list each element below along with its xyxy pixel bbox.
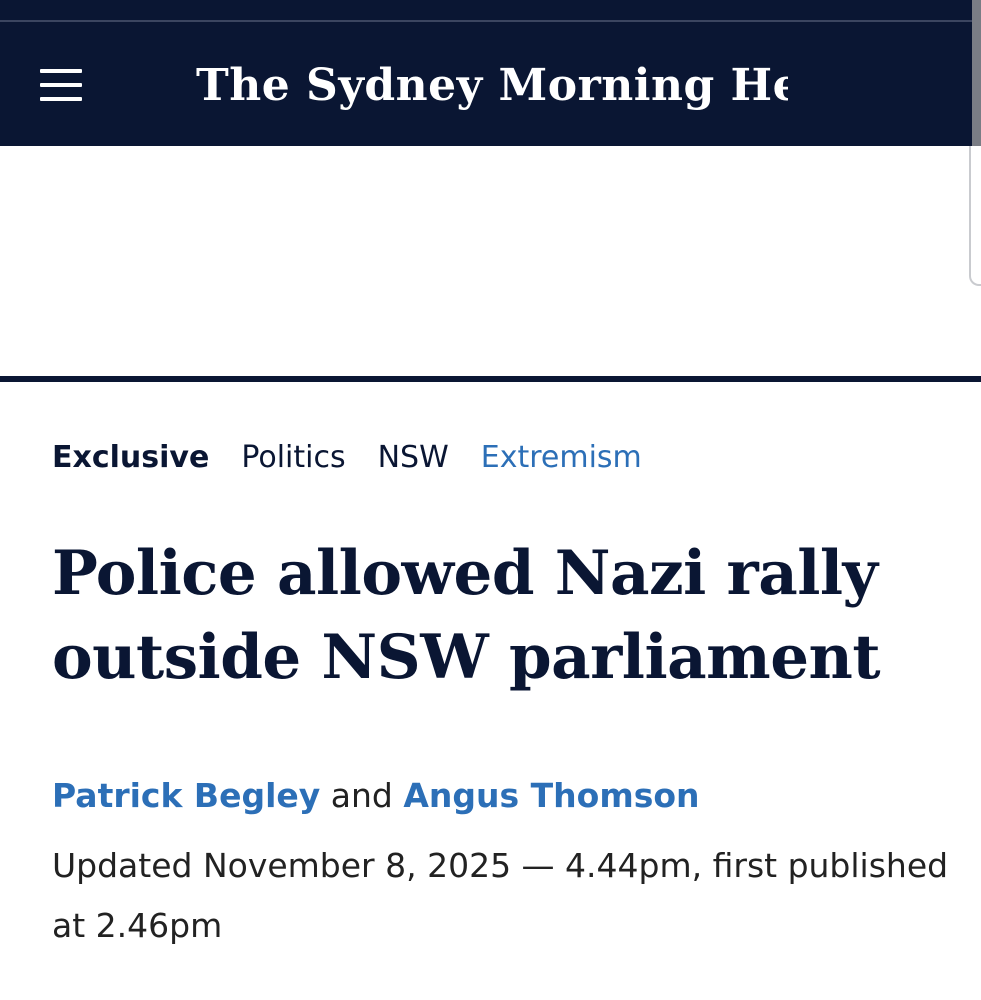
window-edge bbox=[972, 0, 981, 146]
top-strip bbox=[0, 0, 981, 22]
byline: Patrick Begley and Angus Thomson bbox=[52, 772, 700, 820]
scrollbar[interactable] bbox=[969, 146, 981, 286]
tag-exclusive: Exclusive bbox=[52, 440, 210, 475]
ad-placeholder bbox=[0, 146, 960, 376]
author-link-angus-thomson[interactable]: Angus Thomson bbox=[403, 776, 699, 815]
article-headline: Police allowed Nazi rally outside NSW pa… bbox=[52, 538, 881, 693]
tag-nsw[interactable]: NSW bbox=[378, 436, 449, 480]
menu-bar-middle bbox=[40, 83, 82, 87]
menu-bar-top bbox=[40, 69, 82, 73]
byline-connector: and bbox=[330, 776, 393, 815]
masthead: The Sydney Morning Herald bbox=[0, 22, 972, 146]
author-link-patrick-begley[interactable]: Patrick Begley bbox=[52, 776, 320, 815]
menu-bar-bottom bbox=[40, 97, 82, 101]
article-tags: Exclusive Politics NSW Extremism bbox=[52, 436, 642, 480]
article-dateline: Updated November 8, 2025 — 4.44pm, first… bbox=[52, 846, 949, 945]
hamburger-menu-icon[interactable] bbox=[32, 57, 88, 113]
site-logo[interactable]: The Sydney Morning Herald bbox=[196, 55, 788, 117]
section-divider bbox=[0, 376, 981, 382]
tag-politics[interactable]: Politics bbox=[241, 436, 345, 480]
tag-extremism[interactable]: Extremism bbox=[481, 436, 642, 480]
